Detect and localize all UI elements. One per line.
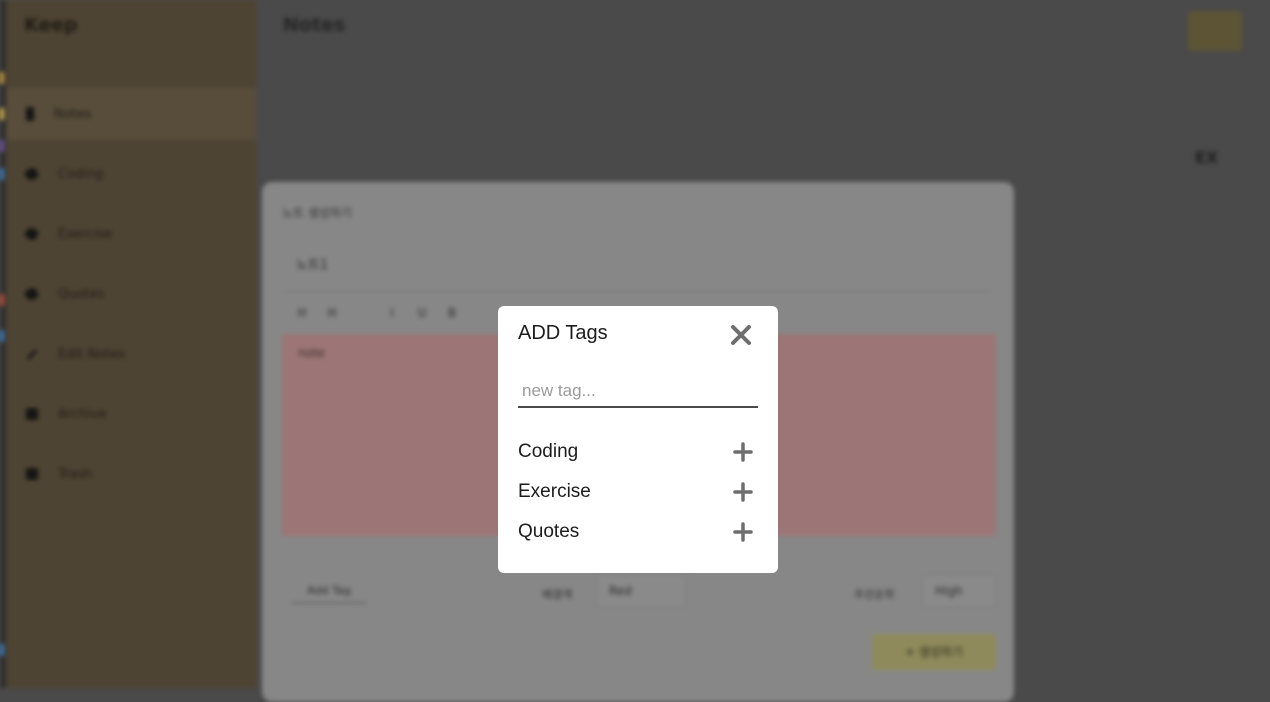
app-brand: Keep [24,14,78,36]
close-icon[interactable] [726,320,756,350]
archive-icon [26,408,38,420]
create-note-button[interactable]: + 생성하기 [872,634,996,670]
add-tag-button[interactable]: Add Tag [292,580,366,604]
sort-label: EX [1195,148,1219,167]
page-title: Notes [283,14,346,36]
sidebar-item-notes[interactable]: Notes [6,88,256,140]
plus-icon[interactable] [730,439,756,465]
modal-title: ADD Tags [518,322,608,344]
tag-icon [23,165,41,183]
italic-button[interactable]: I [384,306,400,320]
sidebar-item-quotes[interactable]: Quotes [6,268,256,320]
sidebar-item-coding[interactable]: Coding [6,148,256,200]
sidebar-item-label: Archive [58,406,107,422]
add-tags-modal: ADD Tags Coding Exercise Quotes [498,306,778,573]
tag-label: Quotes [518,521,580,542]
sidebar-item-label: Coding [58,166,104,182]
sidebar-item-edit-notes[interactable]: Edit Notes [6,328,256,380]
sidebar-item-archive[interactable]: Archive [6,388,256,440]
tag-row-coding: Coding [518,436,758,468]
new-tag-input[interactable] [518,376,758,408]
sidebar-item-label: Notes [54,106,92,122]
note-title-input[interactable]: 노트1 [282,242,992,292]
tag-label: Coding [518,441,579,462]
plus-icon[interactable] [730,479,756,505]
pin-icon [26,107,34,121]
priority-label: 우선순위 [854,588,895,601]
sidebar: Keep Notes Coding Exercise Quotes Edit N… [6,0,256,688]
sidebar-item-label: Edit Notes [58,346,125,362]
tag-icon [23,285,41,303]
header-action-button[interactable] [1188,11,1242,51]
color-select[interactable]: Red [596,574,686,608]
editor-title: 노트 생성하기 [282,206,353,220]
tag-row-exercise: Exercise [518,476,758,508]
color-label: 배경색 [542,588,573,601]
tag-row-quotes: Quotes [518,516,758,548]
trash-icon [26,468,38,480]
pencil-icon [26,348,38,360]
sidebar-item-exercise[interactable]: Exercise [6,208,256,260]
sidebar-item-label: Exercise [58,226,113,242]
plus-icon[interactable] [730,519,756,545]
priority-select[interactable]: High [922,574,996,608]
heading1-button[interactable]: H [294,306,310,320]
bold-button[interactable]: B [444,306,460,320]
sidebar-item-trash[interactable]: Trash [6,448,256,500]
tag-icon [23,225,41,243]
format-toolbar: H H I U B [294,306,460,320]
sidebar-item-label: Trash [58,466,93,482]
tag-label: Exercise [518,481,591,502]
underline-button[interactable]: U [414,306,430,320]
heading2-button[interactable]: H [324,306,340,320]
sidebar-item-label: Quotes [58,286,105,302]
